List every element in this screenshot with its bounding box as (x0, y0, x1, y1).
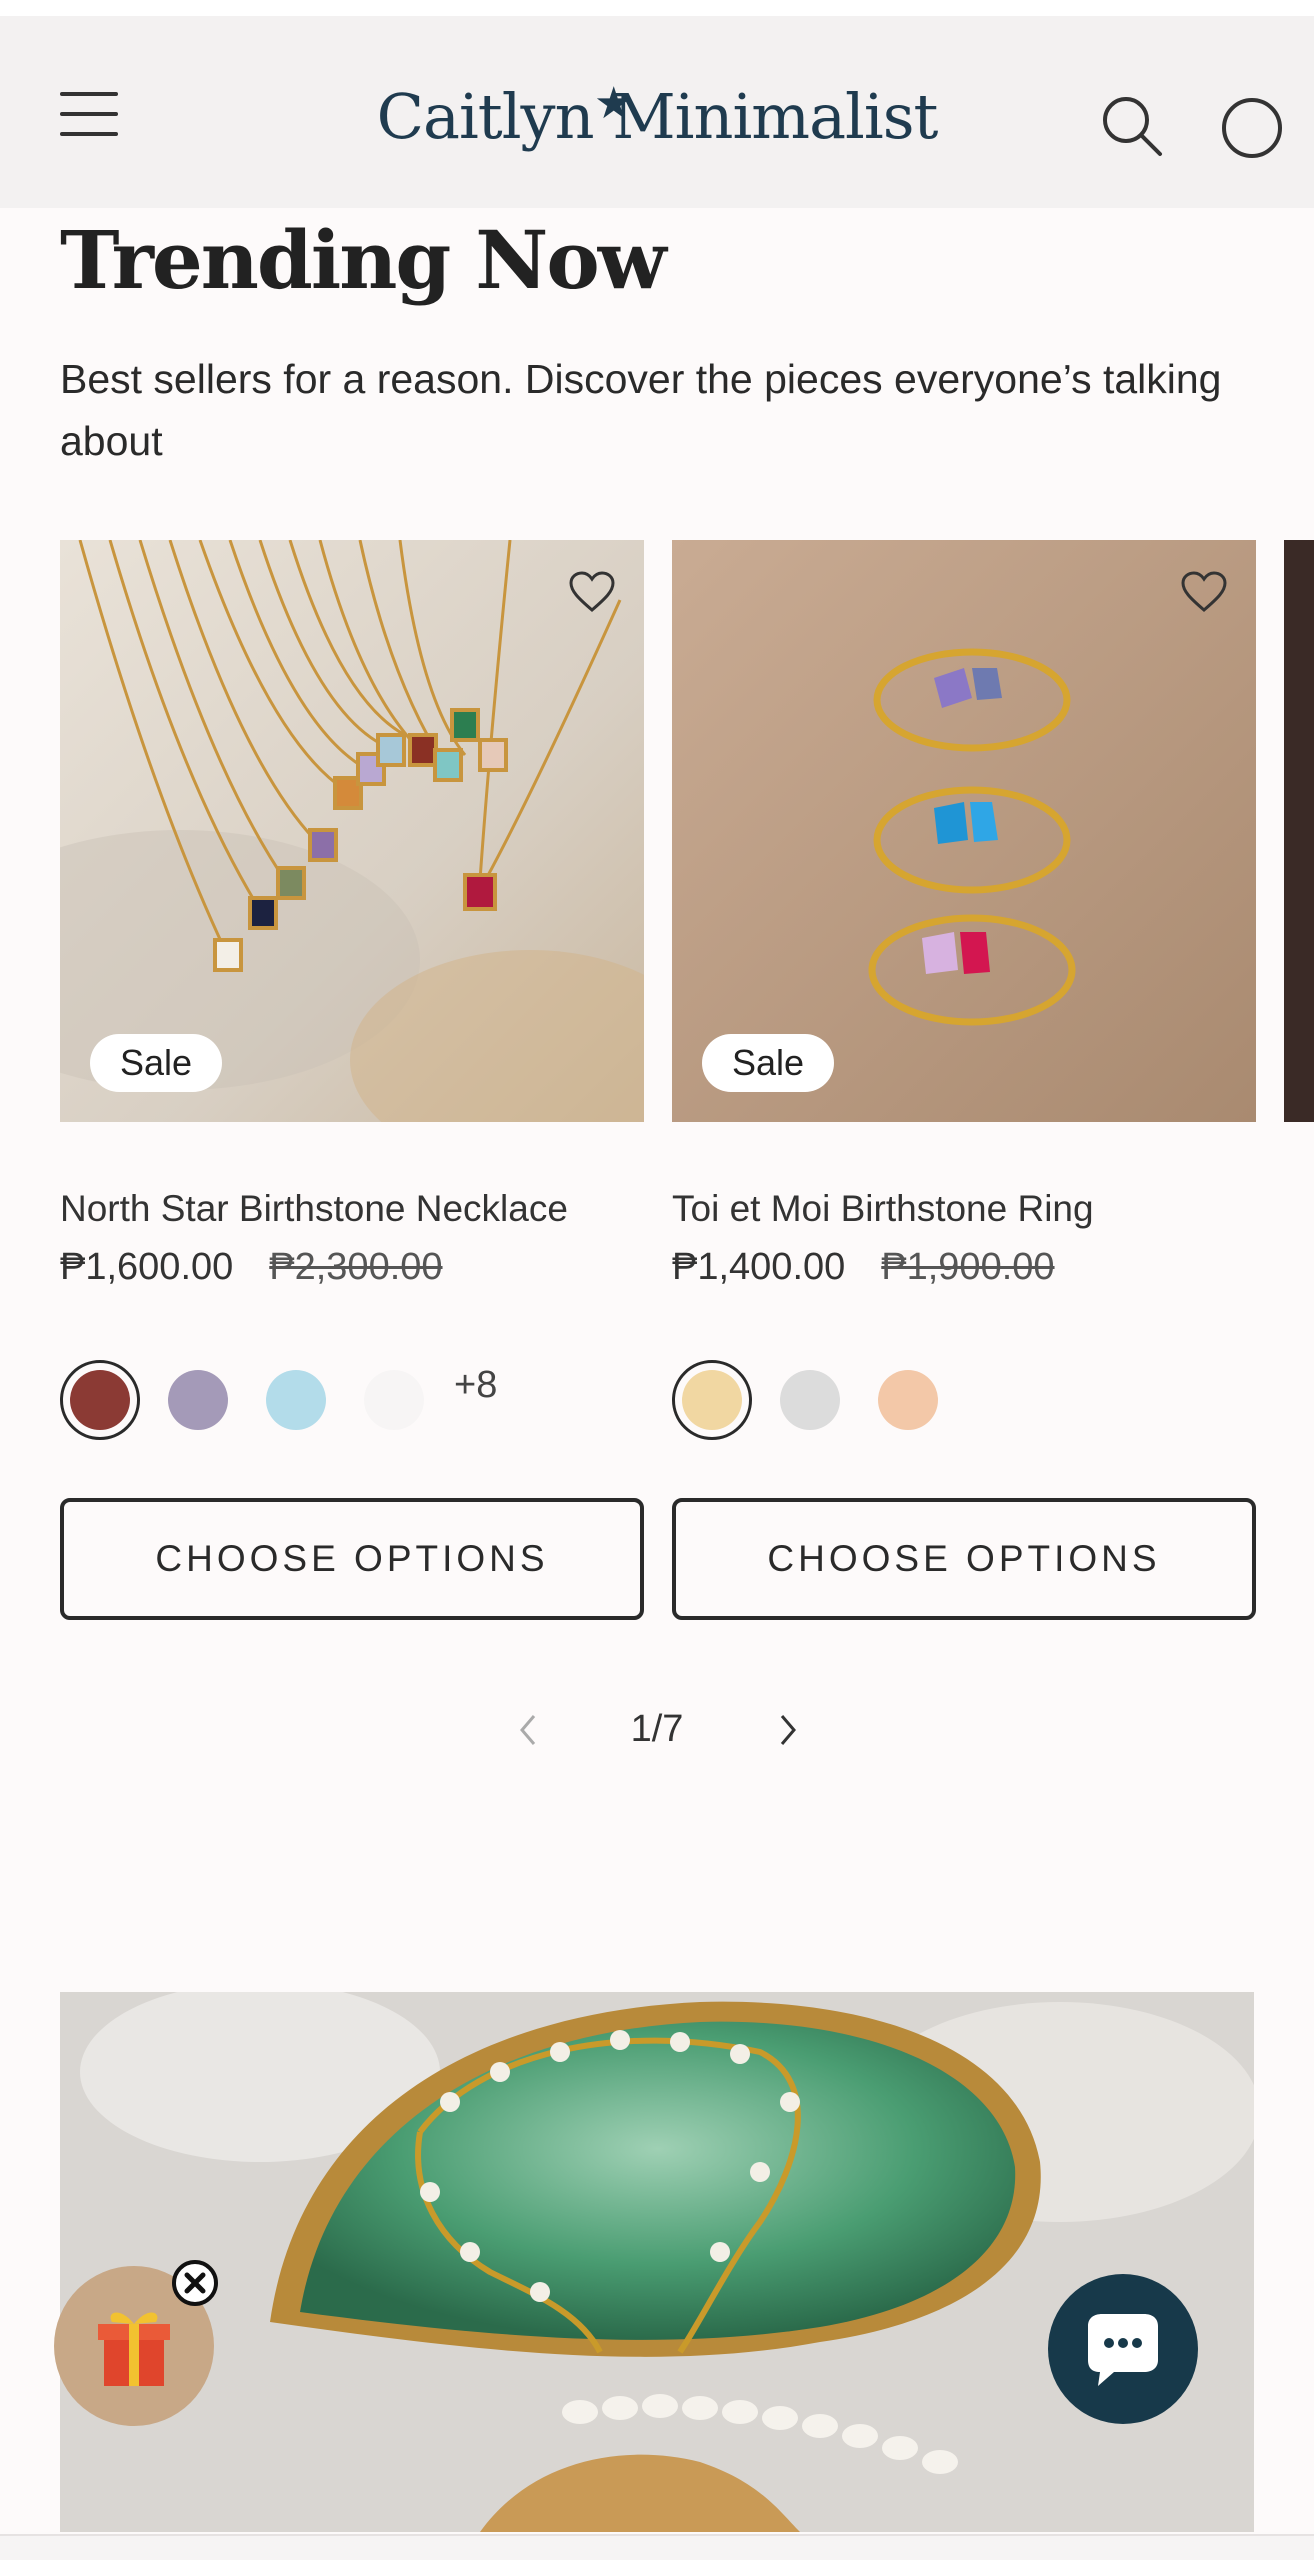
search-icon[interactable] (1100, 94, 1164, 158)
chat-bubble-icon[interactable] (1048, 2274, 1198, 2424)
product-name[interactable]: North Star Birthstone Necklace (60, 1188, 568, 1230)
sale-price: ₱1,400.00 (672, 1246, 846, 1288)
swatch[interactable] (158, 1360, 238, 1440)
swatch[interactable] (256, 1360, 336, 1440)
carousel-pager: 1/7 (0, 1700, 1314, 1760)
brand-logo[interactable]: Caitlyn Minimalist ★ (330, 72, 984, 162)
product-price: ₱1,400.00 ₱1,900.00 (672, 1246, 1055, 1289)
logo-text: Caitlyn Minimalist (376, 80, 939, 153)
product-image[interactable]: Sale (672, 540, 1256, 1122)
hamburger-menu-icon[interactable] (60, 88, 118, 140)
page-indicator: 1/7 (630, 1708, 684, 1750)
account-circle-icon[interactable] (1220, 96, 1284, 160)
sale-badge: Sale (90, 1034, 223, 1092)
product-image[interactable] (1284, 540, 1314, 1122)
star-icon: ★ (594, 79, 634, 128)
color-swatches: +8 (60, 1360, 644, 1440)
color-swatches (672, 1360, 1256, 1440)
swatch[interactable] (60, 1360, 140, 1440)
section-title: Trending Now (60, 213, 667, 307)
compare-price: ₱2,300.00 (269, 1246, 443, 1288)
product-image[interactable]: Sale (60, 540, 644, 1122)
more-swatches[interactable]: +8 (454, 1364, 497, 1407)
product-name[interactable]: Toi et Moi Birthstone Ring (672, 1188, 1094, 1230)
chevron-right-icon[interactable] (768, 1706, 808, 1754)
swatch[interactable] (354, 1360, 434, 1440)
top-strip (0, 0, 1314, 16)
swatch[interactable] (672, 1360, 752, 1440)
wishlist-heart-icon[interactable] (568, 570, 616, 614)
sale-badge: Sale (702, 1034, 835, 1092)
wishlist-heart-icon[interactable] (1180, 570, 1228, 614)
compare-price: ₱1,900.00 (881, 1246, 1055, 1288)
bottom-bar (0, 2534, 1314, 2560)
choose-options-button[interactable]: CHOOSE OPTIONS (60, 1498, 644, 1620)
choose-options-button[interactable]: CHOOSE OPTIONS (672, 1498, 1256, 1620)
feature-image[interactable] (60, 1992, 1254, 2532)
site-header: Caitlyn Minimalist ★ (0, 16, 1314, 208)
chevron-left-icon[interactable] (508, 1706, 548, 1754)
section-subtitle: Best sellers for a reason. Discover the … (60, 356, 1222, 464)
product-card[interactable]: Sale Toi et Moi Birthstone Ring ₱1,400.0… (672, 540, 1256, 1620)
close-icon[interactable] (172, 2260, 218, 2306)
swatch[interactable] (770, 1360, 850, 1440)
swatch[interactable] (868, 1360, 948, 1440)
product-price: ₱1,600.00 ₱2,300.00 (60, 1246, 443, 1289)
product-card-partial[interactable] (1284, 540, 1314, 1122)
sale-price: ₱1,600.00 (60, 1246, 234, 1288)
product-card[interactable]: Sale North Star Birthstone Necklace ₱1,6… (60, 540, 644, 1620)
